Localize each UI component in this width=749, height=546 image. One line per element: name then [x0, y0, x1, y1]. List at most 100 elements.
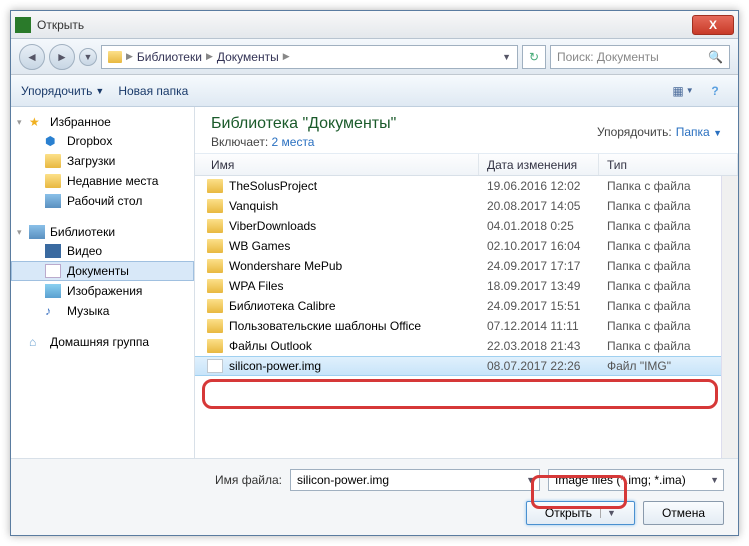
folder-icon — [207, 299, 223, 313]
file-type: Папка с файла — [607, 319, 721, 333]
file-name: silicon-power.img — [229, 359, 487, 373]
folder-icon — [207, 219, 223, 233]
sidebar-item-desktop[interactable]: Рабочий стол — [11, 191, 194, 211]
file-date: 24.09.2017 17:17 — [487, 259, 607, 273]
arrow-left-icon: ◄ — [26, 50, 38, 64]
file-row[interactable]: ViberDownloads04.01.2018 0:25Папка с фай… — [195, 216, 721, 236]
refresh-button[interactable]: ↻ — [522, 45, 546, 69]
file-type: Папка с файла — [607, 299, 721, 313]
file-name: Библиотека Calibre — [229, 299, 487, 313]
bottom-panel: Имя файла: silicon-power.img▼ Image file… — [11, 458, 738, 535]
chevron-right-icon: ▶ — [126, 51, 133, 62]
file-list[interactable]: TheSolusProject19.06.2016 12:02Папка с ф… — [195, 176, 721, 458]
view-icon: ▦ — [672, 84, 683, 98]
file-row[interactable]: Файлы Outlook22.03.2018 21:43Папка с фай… — [195, 336, 721, 356]
folder-icon — [207, 279, 223, 293]
chevron-down-icon: ▼ — [686, 86, 694, 95]
scrollbar[interactable] — [721, 176, 738, 458]
file-date: 07.12.2014 11:11 — [487, 319, 607, 333]
image-icon — [45, 284, 61, 298]
file-row[interactable]: Пользовательские шаблоны Office07.12.201… — [195, 316, 721, 336]
file-date: 02.10.2017 16:04 — [487, 239, 607, 253]
filename-input[interactable]: silicon-power.img▼ — [290, 469, 540, 491]
folder-icon — [45, 154, 61, 168]
arrange-dropdown[interactable]: Папка ▼ — [676, 125, 722, 139]
toolbar: Упорядочить ▼ Новая папка ▦▼ ? — [11, 75, 738, 107]
forward-button[interactable]: ► — [49, 44, 75, 70]
sidebar-item-dropbox[interactable]: ⬢Dropbox — [11, 131, 194, 151]
sidebar-item-documents[interactable]: Документы — [11, 261, 194, 281]
folder-icon — [207, 199, 223, 213]
sidebar-group-favorites[interactable]: ▾★Избранное — [11, 113, 194, 131]
dropbox-icon: ⬢ — [45, 134, 61, 148]
search-input[interactable]: Поиск: Документы 🔍 — [550, 45, 730, 69]
file-name: WB Games — [229, 239, 487, 253]
column-type[interactable]: Тип — [599, 154, 738, 175]
file-row[interactable]: WB Games02.10.2017 16:04Папка с файла — [195, 236, 721, 256]
locations-link[interactable]: 2 места — [272, 135, 315, 149]
filename-label: Имя файла: — [215, 473, 282, 487]
new-folder-button[interactable]: Новая папка — [118, 84, 188, 98]
sidebar-item-images[interactable]: Изображения — [11, 281, 194, 301]
close-button[interactable]: X — [692, 15, 734, 35]
file-icon — [207, 359, 223, 373]
organize-menu[interactable]: Упорядочить ▼ — [21, 84, 104, 98]
chevron-down-icon: ▼ — [713, 128, 722, 138]
file-name: Wondershare MePub — [229, 259, 487, 273]
file-row[interactable]: Библиотека Calibre24.09.2017 15:51Папка … — [195, 296, 721, 316]
file-row[interactable]: Vanquish20.08.2017 14:05Папка с файла — [195, 196, 721, 216]
view-mode-button[interactable]: ▦▼ — [670, 80, 696, 102]
desktop-icon — [45, 194, 61, 208]
folder-icon — [207, 319, 223, 333]
file-type: Папка с файла — [607, 339, 721, 353]
folder-icon — [207, 259, 223, 273]
file-name: Vanquish — [229, 199, 487, 213]
file-date: 20.08.2017 14:05 — [487, 199, 607, 213]
folder-icon — [207, 179, 223, 193]
file-date: 19.06.2016 12:02 — [487, 179, 607, 193]
chevron-right-icon: ▶ — [206, 51, 213, 62]
file-type: Файл "IMG" — [607, 359, 721, 373]
sidebar-group-homegroup[interactable]: ⌂Домашняя группа — [11, 333, 194, 351]
sidebar-group-libraries[interactable]: ▾Библиотеки — [11, 223, 194, 241]
help-button[interactable]: ? — [702, 80, 728, 102]
open-button[interactable]: Открыть▼ — [526, 501, 635, 525]
main-panel: Библиотека "Документы" Включает: 2 места… — [195, 107, 738, 458]
file-type: Папка с файла — [607, 219, 721, 233]
window-title: Открыть — [37, 18, 692, 32]
folder-icon — [207, 339, 223, 353]
breadcrumb-documents[interactable]: Документы — [217, 50, 279, 64]
column-date[interactable]: Дата изменения — [479, 154, 599, 175]
cancel-button[interactable]: Отмена — [643, 501, 724, 525]
folder-icon — [108, 51, 122, 63]
refresh-icon: ↻ — [529, 50, 539, 64]
sidebar-item-music[interactable]: ♪Музыка — [11, 301, 194, 321]
music-icon: ♪ — [45, 304, 61, 318]
history-dropdown[interactable]: ▼ — [79, 48, 97, 66]
file-row[interactable]: TheSolusProject19.06.2016 12:02Папка с ф… — [195, 176, 721, 196]
breadcrumb-libraries[interactable]: Библиотеки — [137, 50, 202, 64]
address-bar[interactable]: ▶ Библиотеки ▶ Документы ▶ ▼ — [101, 45, 518, 69]
sidebar-item-downloads[interactable]: Загрузки — [11, 151, 194, 171]
file-type: Папка с файла — [607, 199, 721, 213]
file-date: 04.01.2018 0:25 — [487, 219, 607, 233]
back-button[interactable]: ◄ — [19, 44, 45, 70]
sidebar-item-recent[interactable]: Недавние места — [11, 171, 194, 191]
file-type: Папка с файла — [607, 239, 721, 253]
file-row[interactable]: silicon-power.img08.07.2017 22:26Файл "I… — [195, 356, 721, 376]
sidebar-item-video[interactable]: Видео — [11, 241, 194, 261]
open-split-dropdown[interactable]: ▼ — [600, 508, 616, 518]
file-type: Папка с файла — [607, 279, 721, 293]
column-name[interactable]: Имя — [203, 154, 479, 175]
file-row[interactable]: WPA Files18.09.2017 13:49Папка с файла — [195, 276, 721, 296]
filetype-filter[interactable]: Image files (*.img; *.ima)▼ — [548, 469, 724, 491]
file-name: ViberDownloads — [229, 219, 487, 233]
file-row[interactable]: Wondershare MePub24.09.2017 17:17Папка с… — [195, 256, 721, 276]
address-dropdown-icon[interactable]: ▼ — [502, 52, 511, 62]
chevron-down-icon: ▼ — [95, 86, 104, 96]
library-icon — [29, 225, 45, 239]
chevron-down-icon: ▼ — [526, 475, 535, 485]
chevron-down-icon: ▾ — [17, 117, 22, 128]
arrow-right-icon: ► — [56, 50, 68, 64]
chevron-down-icon: ▼ — [710, 475, 719, 485]
